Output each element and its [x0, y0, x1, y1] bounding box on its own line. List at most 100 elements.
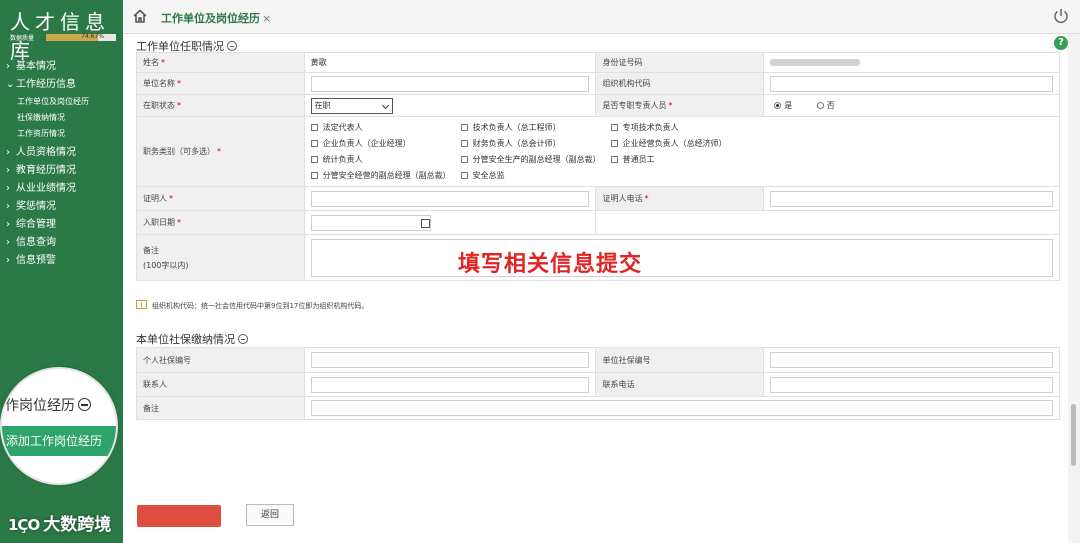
progress-track: 74.67%: [46, 33, 116, 41]
checkbox-safety-business-vp[interactable]: 分管安全经营的副总经理（副总裁）: [310, 168, 461, 183]
contact-phone-label: 联系电话: [595, 372, 765, 397]
sidebar-item-education[interactable]: › 教育经历情况: [0, 162, 123, 180]
note-text: 组织机构代码：统一社会信用代码中第9位到17位即为组织机构代码。: [152, 302, 369, 310]
scrollbar-thumb[interactable]: [1071, 404, 1076, 466]
checkbox-icon: [310, 124, 318, 131]
power-icon[interactable]: [1052, 7, 1070, 25]
checkbox-employee[interactable]: 普通员工: [610, 152, 761, 167]
submit-button[interactable]: [137, 505, 221, 527]
sidebar-item-label: 教育经历情况: [16, 165, 76, 176]
radio-icon: [816, 102, 824, 109]
back-button[interactable]: 返回: [246, 504, 294, 526]
watermark: 1ÇO 大数跨境: [8, 510, 111, 535]
sidebar-item-basic[interactable]: › 基本情况: [0, 58, 123, 76]
checkbox-icon: [310, 140, 318, 147]
checkbox-icon: [460, 140, 468, 147]
chevron-down-icon: [381, 101, 389, 109]
chevron-right-icon: ›: [6, 219, 10, 230]
chevron-right-icon: ›: [6, 165, 10, 176]
checkbox-statistics-lead[interactable]: 统计负责人: [310, 152, 461, 167]
sidebar-item-label: 综合管理: [16, 219, 56, 230]
tab-work-unit[interactable]: 工作单位及岗位经历 ×: [161, 10, 271, 26]
checkbox-icon: [610, 124, 618, 131]
sidebar-item-warning[interactable]: › 信息预警: [0, 252, 123, 270]
sidebar-subitem-social-security[interactable]: 社保缴纳情况: [0, 110, 123, 126]
checkbox-safety-director[interactable]: 安全总监: [460, 168, 611, 183]
checkbox-safety-vp[interactable]: 分管安全生产的副总经理（副总裁）: [460, 152, 611, 167]
sidebar-item-label: 信息预警: [16, 255, 56, 266]
home-icon[interactable]: [133, 9, 147, 23]
ss-remark-input[interactable]: [310, 400, 1053, 416]
checkbox-business-lead[interactable]: 企业经营负责人（总经济师）: [610, 136, 761, 151]
unit-name-label: 单位名称 *: [136, 72, 305, 95]
checkbox-icon: [610, 156, 618, 163]
sidebar-subitem-work-qualification[interactable]: 工作资历情况: [0, 126, 123, 142]
watermark-logo: 1ÇO: [8, 516, 40, 534]
section-title-social-security: 本单位社保缴纳情况: [136, 331, 248, 347]
scrollbar[interactable]: [1068, 34, 1080, 543]
sidebar-subitem-work-unit[interactable]: 工作单位及岗位经历: [0, 94, 123, 110]
sidebar-menu: › 基本情况 ⌄ 工作经历信息 工作单位及岗位经历 社保缴纳情况 工作资历情况 › 人…: [0, 58, 123, 270]
chevron-right-icon: ›: [6, 147, 10, 158]
sidebar-item-performance[interactable]: › 从业业绩情况: [0, 180, 123, 198]
checkbox-enterprise-lead[interactable]: 企业负责人（企业经理）: [310, 136, 461, 151]
witness-input[interactable]: [310, 190, 590, 207]
sidebar-item-qualification[interactable]: › 人员资格情况: [0, 144, 123, 162]
collapse-icon: [78, 398, 91, 411]
contact-phone-input[interactable]: [770, 376, 1053, 393]
ss-remark-label: 备注: [136, 396, 305, 420]
remark-textarea[interactable]: [310, 238, 1053, 277]
remark-label: 备注 (100字以内): [136, 234, 305, 281]
status-select-value: 在职: [314, 100, 331, 110]
watermark-text: 大数跨境: [43, 515, 112, 535]
sidebar-item-management[interactable]: › 综合管理: [0, 216, 123, 234]
position-label: 职务类别（可多选） *: [136, 116, 305, 187]
checkbox-special-tech[interactable]: 专项技术负责人: [610, 120, 761, 135]
add-work-experience-button[interactable]: 添加工作岗位经历: [2, 426, 116, 456]
unit-name-input[interactable]: [310, 75, 590, 92]
status-select[interactable]: 在职: [310, 97, 393, 114]
help-icon[interactable]: ?: [1054, 36, 1068, 50]
checkbox-tech-lead[interactable]: 技术负责人（总工程师）: [460, 120, 611, 135]
checkbox-icon: [460, 156, 468, 163]
unit-ss-input[interactable]: [770, 352, 1053, 368]
personal-ss-input[interactable]: [310, 352, 590, 368]
info-icon: [136, 300, 147, 309]
chevron-right-icon: ›: [6, 201, 10, 212]
id-number-blurred: [770, 59, 861, 66]
sidebar-item-query[interactable]: › 信息查询: [0, 234, 123, 252]
sidebar-item-work-experience[interactable]: ⌄ 工作经历信息: [0, 76, 123, 94]
fulltime-label: 是否专职专责人员 *: [595, 94, 765, 117]
position-checkbox-group: 法定代表人 技术负责人（总工程师） 专项技术负责人 企业负责人（企业经理） 财务…: [310, 117, 1053, 186]
main-content: 工作单位任职情况 姓名 * 黄歌 身份证号码 单位名称 * 组织机构代码 在职状态 *…: [123, 34, 1068, 543]
witness-label: 证明人 *: [136, 186, 305, 211]
checkbox-icon: [460, 172, 468, 179]
chevron-down-icon: ⌄: [6, 79, 15, 90]
radio-yes[interactable]: 是: [774, 101, 792, 110]
name-value: 黄歌: [303, 52, 597, 73]
calendar-icon[interactable]: [420, 218, 430, 228]
collapse-icon[interactable]: [227, 41, 237, 51]
sidebar-item-rewards[interactable]: › 奖惩情况: [0, 198, 123, 216]
checkbox-icon: [610, 140, 618, 147]
status-label: 在职状态 *: [136, 94, 305, 117]
checkbox-finance-lead[interactable]: 财务负责人（总会计师）: [460, 136, 611, 151]
section-title-text: 本单位社保缴纳情况: [136, 333, 235, 346]
overlay-instruction: 填写相关信息提交: [458, 252, 643, 277]
org-code-input[interactable]: [770, 75, 1053, 92]
checkbox-legal-rep[interactable]: 法定代表人: [310, 120, 461, 135]
sidebar-item-label: 工作经历信息: [16, 79, 76, 90]
contact-input[interactable]: [310, 376, 590, 393]
chevron-right-icon: ›: [6, 61, 10, 72]
progress-label: 数据质量: [10, 34, 35, 42]
entry-date-input[interactable]: [310, 214, 431, 231]
checkbox-icon: [310, 172, 318, 179]
close-icon[interactable]: ×: [262, 12, 271, 25]
collapse-icon[interactable]: [238, 334, 248, 344]
id-number-value: [763, 52, 1060, 73]
radio-no[interactable]: 否: [816, 101, 835, 110]
witness-phone-input[interactable]: [770, 190, 1053, 207]
personal-ss-label: 个人社保编号: [136, 347, 305, 373]
name-label: 姓名 *: [136, 52, 305, 73]
magnifier-callout: 作岗位经历 添加工作岗位经历: [0, 367, 118, 485]
